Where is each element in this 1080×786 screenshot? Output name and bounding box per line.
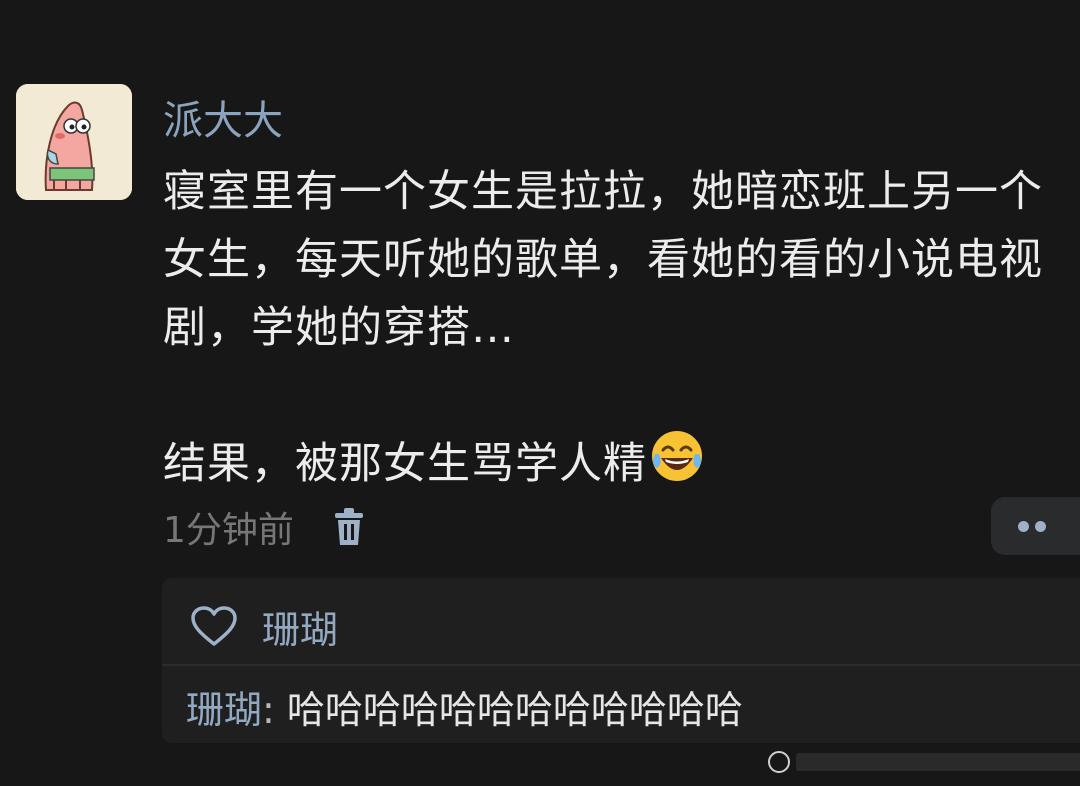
reply-item[interactable]: 珊瑚: 哈哈哈哈哈哈哈哈哈哈哈哈 — [186, 684, 743, 736]
avatar-image — [16, 84, 132, 200]
divider — [162, 664, 1080, 666]
more-dot-icon — [1018, 521, 1029, 532]
post-paragraph-1: 寝室里有一个女生是拉拉，她暗恋班上另一个女生，每天听她的歌单，看她的看的小说电视… — [163, 167, 1043, 353]
watermark-logo-icon — [768, 751, 790, 773]
post-meta: 1分钟前 — [163, 502, 366, 552]
post-content: 寝室里有一个女生是拉拉，她暗恋班上另一个女生，每天听她的歌单，看她的看的小说电视… — [163, 158, 1068, 498]
author-name[interactable]: 派大大 — [163, 93, 283, 149]
watermark — [768, 750, 1080, 774]
reply-user-name[interactable]: 珊瑚 — [186, 688, 262, 732]
avatar[interactable] — [16, 84, 132, 200]
more-dot-icon — [1035, 521, 1046, 532]
likes-row: 珊瑚 — [190, 600, 338, 652]
trash-icon[interactable] — [332, 507, 366, 547]
reply-separator: : — [262, 688, 275, 732]
more-options-button[interactable] — [991, 497, 1080, 555]
heart-icon[interactable] — [190, 605, 238, 647]
interaction-panel: 珊瑚 珊瑚: 哈哈哈哈哈哈哈哈哈哈哈哈 — [162, 578, 1080, 743]
post-paragraph-2-text: 结果，被那女生骂学人精 — [163, 439, 647, 489]
timestamp: 1分钟前 — [163, 510, 294, 551]
like-user-name[interactable]: 珊瑚 — [262, 599, 338, 654]
post-paragraph-2: 结果，被那女生骂学人精 — [163, 428, 1068, 498]
reply-text: 哈哈哈哈哈哈哈哈哈哈哈哈 — [286, 688, 743, 732]
watermark-bar — [796, 753, 1080, 771]
laughing-tears-emoji-icon — [652, 431, 702, 481]
